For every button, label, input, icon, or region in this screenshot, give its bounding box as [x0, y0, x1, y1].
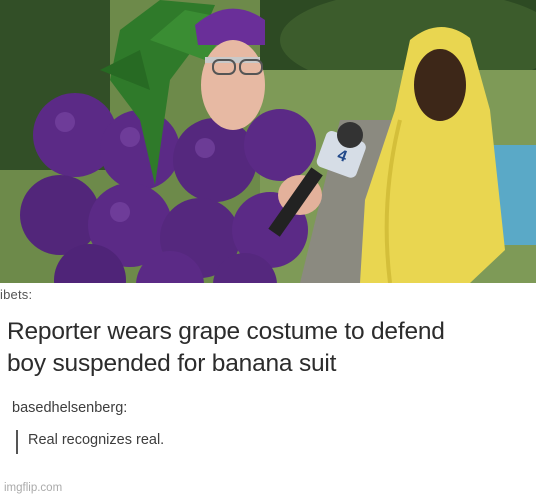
imgflip-watermark: imgflip.com	[4, 482, 63, 494]
tumblr-post: ibets: Reporter wears grape costume to d…	[0, 283, 536, 500]
headline-line-1: Reporter wears grape costume to defend	[7, 318, 445, 345]
reply-text: Real recognizes real.	[28, 432, 165, 448]
reply-username[interactable]: basedhelsenberg:	[12, 400, 127, 416]
meme-photo: 4	[0, 0, 536, 283]
original-poster-username[interactable]: ibets:	[0, 287, 32, 302]
headline-line-2: boy suspended for banana suit	[7, 350, 337, 377]
post-headline: Reporter wears grape costume to defend b…	[7, 316, 532, 380]
man-face	[201, 40, 265, 130]
quote-bar	[16, 430, 18, 454]
photo-illustration: 4	[0, 0, 536, 283]
boy-face	[414, 49, 466, 121]
